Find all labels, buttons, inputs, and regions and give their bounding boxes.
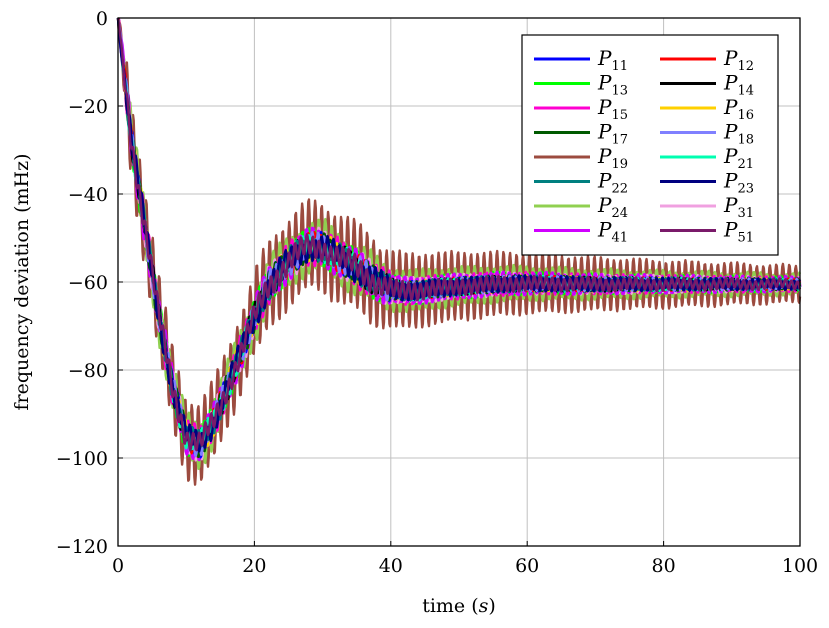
y-tick-label: −120	[56, 536, 108, 558]
x-axis-label: time (s)	[422, 595, 496, 617]
x-tick-label: 0	[112, 555, 124, 577]
x-tick-label: 100	[782, 555, 818, 577]
legend: P11 P12P13 P14P15 P16P17 P18P19 P21P22 P23P24 P…	[521, 34, 779, 256]
y-tick-label: 0	[96, 8, 108, 30]
x-tick-label: 20	[242, 555, 266, 577]
y-axis-label: frequency deviation (mHz)	[11, 153, 33, 410]
y-tick-label: −80	[68, 360, 108, 382]
chart: 0 20 40 60 80 100 0 −20 −40 −60 −80 −100 −120 time …	[11, 8, 818, 617]
x-tick-label: 40	[379, 555, 403, 577]
x-tick-label: 80	[652, 555, 676, 577]
y-tick-label: −20	[68, 96, 108, 118]
y-tick-label: −100	[56, 448, 108, 470]
y-tick-label: −40	[68, 184, 108, 206]
x-tick-label: 60	[515, 555, 539, 577]
y-tick-label: −60	[68, 272, 108, 294]
y-axis-ticks: 0 −20 −40 −60 −80 −100 −120	[56, 8, 123, 558]
